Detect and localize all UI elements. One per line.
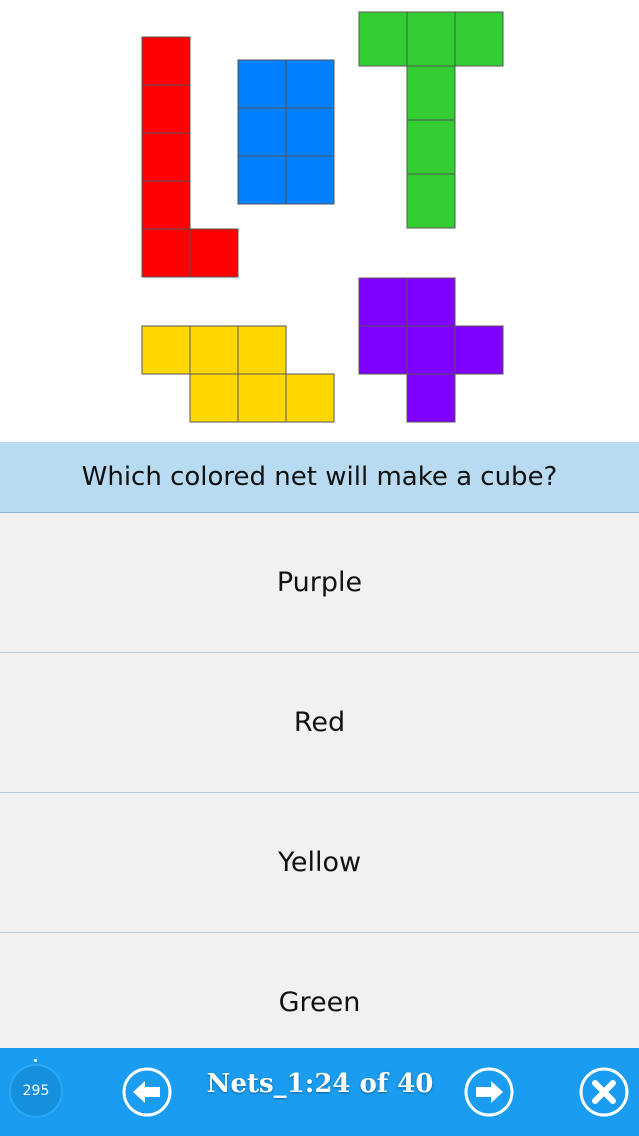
net-square (237, 107, 287, 157)
answer-option-red[interactable]: Red (0, 653, 639, 793)
net-square (285, 155, 335, 205)
net-square (358, 325, 408, 375)
net-square (141, 228, 191, 278)
net-square (141, 180, 191, 230)
net-square (358, 277, 408, 327)
net-square (406, 119, 456, 175)
net-square (237, 155, 287, 205)
net-square (406, 65, 456, 121)
purple-net (358, 277, 504, 423)
net-square (406, 325, 456, 375)
answer-list: Purple Red Yellow Green (0, 513, 639, 1072)
net-square (237, 373, 287, 423)
answer-option-yellow[interactable]: Yellow (0, 793, 639, 933)
net-square (237, 325, 287, 375)
arrow-left-icon (122, 1067, 172, 1117)
net-square (141, 36, 191, 86)
net-square (406, 373, 456, 423)
net-square (189, 325, 239, 375)
net-square (141, 325, 191, 375)
net-square (358, 11, 408, 67)
score-indicator-dot (34, 1059, 37, 1062)
question-progress: Nets_1:24 of 40 (206, 1069, 434, 1099)
nets-figure (0, 0, 639, 442)
net-square (189, 228, 239, 278)
net-square (406, 11, 456, 67)
close-icon (579, 1067, 629, 1117)
net-square (406, 173, 456, 229)
score-badge: 295 (9, 1064, 63, 1118)
net-square (285, 107, 335, 157)
net-square (141, 84, 191, 134)
net-square (285, 59, 335, 109)
net-square (141, 132, 191, 182)
net-square (454, 11, 504, 67)
nets-figure-svg (141, 11, 504, 423)
arrow-right-icon (464, 1067, 514, 1117)
net-square (237, 59, 287, 109)
net-square (189, 373, 239, 423)
net-square (406, 277, 456, 327)
green-net (358, 11, 504, 229)
question-text: Which colored net will make a cube? (0, 442, 639, 513)
red-net (141, 36, 239, 278)
next-button[interactable] (463, 1066, 515, 1118)
net-square (285, 373, 335, 423)
net-square (454, 325, 504, 375)
previous-button[interactable] (121, 1066, 173, 1118)
close-button[interactable] (578, 1066, 630, 1118)
yellow-net (141, 325, 335, 423)
answer-option-purple[interactable]: Purple (0, 513, 639, 653)
bottom-toolbar: 295 Nets_1:24 of 40 (0, 1048, 639, 1136)
blue-net (237, 59, 335, 205)
